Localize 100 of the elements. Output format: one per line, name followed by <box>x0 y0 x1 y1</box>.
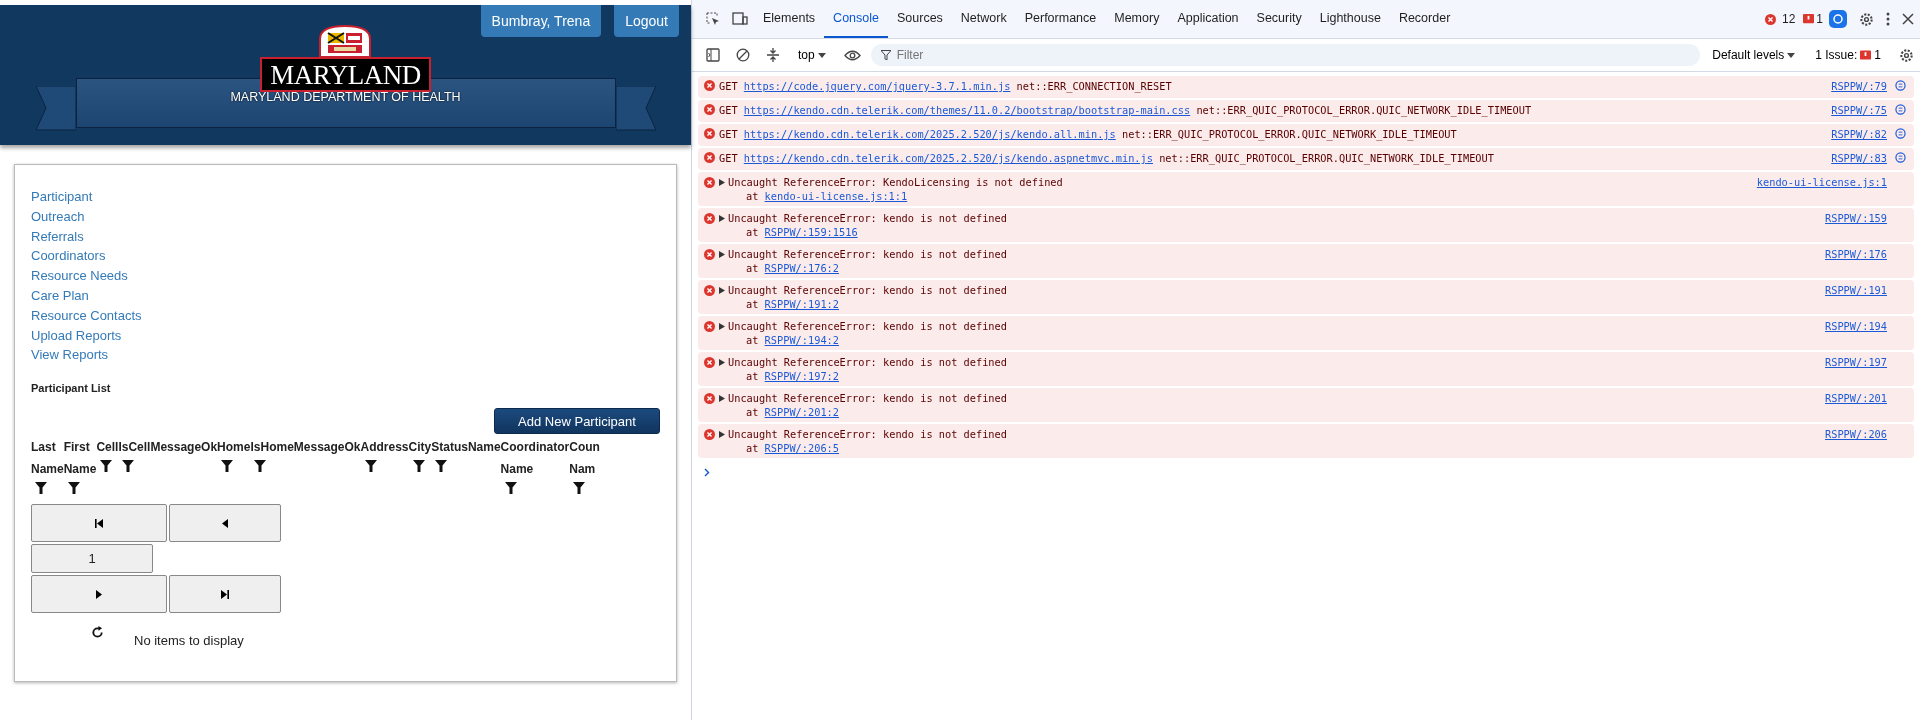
filter-icon[interactable] <box>504 482 517 495</box>
expand-triangle-icon[interactable] <box>719 287 725 294</box>
last-page-button[interactable] <box>169 575 281 614</box>
add-participant-button[interactable]: Add New Participant <box>494 408 660 435</box>
close-icon[interactable] <box>1902 13 1914 25</box>
location-link[interactable]: RSPPW/:191:2 <box>764 298 839 310</box>
devtools-tab[interactable]: Lighthouse <box>1310 0 1390 38</box>
devtools-tab[interactable]: Network <box>951 0 1016 38</box>
expand-triangle-icon[interactable] <box>719 251 725 258</box>
log-levels-dropdown[interactable]: Default levels <box>1704 48 1804 62</box>
source-link[interactable]: RSPPW/:197 <box>1825 355 1887 369</box>
devtools-tab[interactable]: Recorder <box>1389 0 1460 38</box>
nav-link[interactable]: Resource Needs <box>31 266 128 286</box>
network-request-icon[interactable] <box>1895 104 1906 115</box>
next-page-button[interactable] <box>31 575 167 614</box>
url-link[interactable]: https://kendo.cdn.telerik.com/2025.2.520/js/kendo.aspnetmvc.min.js <box>743 152 1153 164</box>
nav-link[interactable]: Coordinators <box>31 246 106 267</box>
devtools-tab[interactable]: Application <box>1168 0 1248 38</box>
location-link[interactable]: RSPPW/:206:5 <box>764 442 839 454</box>
devtools-tab[interactable]: Memory <box>1105 0 1169 38</box>
column-header[interactable]: Coordinator Name <box>500 436 570 481</box>
devtools-tab[interactable]: Performance <box>1015 0 1106 38</box>
source-link[interactable]: RSPPW/:83 <box>1831 151 1887 165</box>
column-header[interactable]: Address <box>360 436 409 459</box>
location-link[interactable]: kendo-ui-license.js:1:1 <box>764 190 908 202</box>
nav-link[interactable]: Upload Reports <box>31 325 122 346</box>
source-link[interactable]: RSPPW/:201 <box>1825 391 1887 405</box>
user-button[interactable]: Bumbray, Trena <box>480 5 602 37</box>
nav-link[interactable]: Participant <box>31 187 93 207</box>
settings-icon[interactable] <box>1859 11 1874 27</box>
expand-triangle-icon[interactable] <box>719 395 725 402</box>
expand-triangle-icon[interactable] <box>719 215 725 222</box>
column-header[interactable]: MessageOk <box>293 436 361 459</box>
column-header[interactable]: IsHome <box>250 436 294 459</box>
source-link[interactable]: RSPPW/:194 <box>1825 319 1887 333</box>
assistant-icon[interactable] <box>1829 10 1847 28</box>
column-header[interactable]: Last Name <box>31 436 64 481</box>
column-header[interactable]: Cell <box>96 436 119 459</box>
filter-icon[interactable] <box>573 482 586 495</box>
filter-icon[interactable] <box>67 482 80 495</box>
filter-icon[interactable] <box>100 460 113 473</box>
collapse-icon[interactable] <box>766 47 780 63</box>
location-link[interactable]: RSPPW/:159:1516 <box>764 226 858 238</box>
filter-icon[interactable] <box>254 460 267 473</box>
source-link[interactable]: RSPPW/:206 <box>1825 427 1887 441</box>
expand-triangle-icon[interactable] <box>719 323 725 330</box>
page-number-button[interactable]: 1 <box>31 544 153 574</box>
device-toolbar-icon[interactable] <box>732 12 748 26</box>
source-link[interactable]: RSPPW/:75 <box>1831 103 1887 117</box>
column-header[interactable]: Name <box>467 436 501 459</box>
eye-icon[interactable] <box>843 49 861 61</box>
logout-button[interactable]: Logout <box>614 5 679 37</box>
filter-icon[interactable] <box>35 482 47 495</box>
filter-icon[interactable] <box>364 460 377 473</box>
source-link[interactable]: RSPPW/:176 <box>1825 247 1887 261</box>
filter-icon[interactable] <box>221 460 234 473</box>
column-header[interactable]: City <box>408 436 432 459</box>
column-header[interactable]: MessageOk <box>150 436 218 459</box>
devtools-tab[interactable]: Security <box>1247 0 1311 38</box>
devtools-tab[interactable]: Elements <box>754 0 825 38</box>
issues-button[interactable]: 1 Issue: 1 <box>1807 48 1889 62</box>
source-link[interactable]: RSPPW/:159 <box>1825 211 1887 225</box>
source-link[interactable]: RSPPW/:79 <box>1831 79 1887 93</box>
column-header[interactable]: First Name <box>63 436 97 481</box>
nav-link[interactable]: Care Plan <box>31 286 89 306</box>
issue-count[interactable]: 1 <box>1816 12 1823 26</box>
clear-console-icon[interactable] <box>736 48 750 62</box>
source-link[interactable]: kendo-ui-license.js:1 <box>1756 175 1887 189</box>
location-link[interactable]: RSPPW/:194:2 <box>764 334 839 346</box>
source-link[interactable]: RSPPW/:82 <box>1831 127 1887 141</box>
prompt-chevron-icon[interactable] <box>704 468 710 477</box>
filter-field[interactable]: Filter <box>870 44 1701 66</box>
source-link[interactable]: RSPPW/:191 <box>1825 283 1887 297</box>
nav-link[interactable]: Referrals <box>31 226 84 247</box>
url-link[interactable]: https://kendo.cdn.telerik.com/themes/11.0.2/bootstrap/bootstrap-main.css <box>743 104 1191 116</box>
column-header[interactable]: Status <box>431 436 468 459</box>
network-request-icon[interactable] <box>1895 80 1906 91</box>
url-link[interactable]: https://code.jquery.com/jquery-3.7.1.min.js <box>743 80 1011 92</box>
filter-icon[interactable] <box>412 460 425 473</box>
nav-link[interactable]: View Reports <box>31 345 109 366</box>
location-link[interactable]: RSPPW/:201:2 <box>764 406 839 418</box>
location-link[interactable]: RSPPW/:176:2 <box>764 262 839 274</box>
sidebar-icon[interactable] <box>706 48 720 62</box>
column-header[interactable]: Home <box>217 436 251 459</box>
previous-page-button[interactable] <box>169 504 281 543</box>
url-link[interactable]: https://kendo.cdn.telerik.com/2025.2.520/js/kendo.all.min.js <box>743 128 1116 140</box>
devtools-tab[interactable]: Console <box>824 0 888 38</box>
column-header[interactable]: IsCell <box>118 436 151 459</box>
context-selector[interactable]: top <box>790 48 834 62</box>
more-options-icon[interactable] <box>1886 12 1890 26</box>
network-request-icon[interactable] <box>1895 152 1906 163</box>
settings-icon[interactable] <box>1899 47 1914 63</box>
nav-link[interactable]: Resource Contacts <box>31 305 142 326</box>
filter-icon[interactable] <box>122 460 135 473</box>
nav-link[interactable]: Outreach <box>31 206 85 227</box>
devtools-tab[interactable]: Sources <box>888 0 952 38</box>
network-request-icon[interactable] <box>1895 128 1906 139</box>
expand-triangle-icon[interactable] <box>719 179 725 186</box>
expand-triangle-icon[interactable] <box>719 359 725 366</box>
refresh-icon[interactable] <box>91 626 104 640</box>
